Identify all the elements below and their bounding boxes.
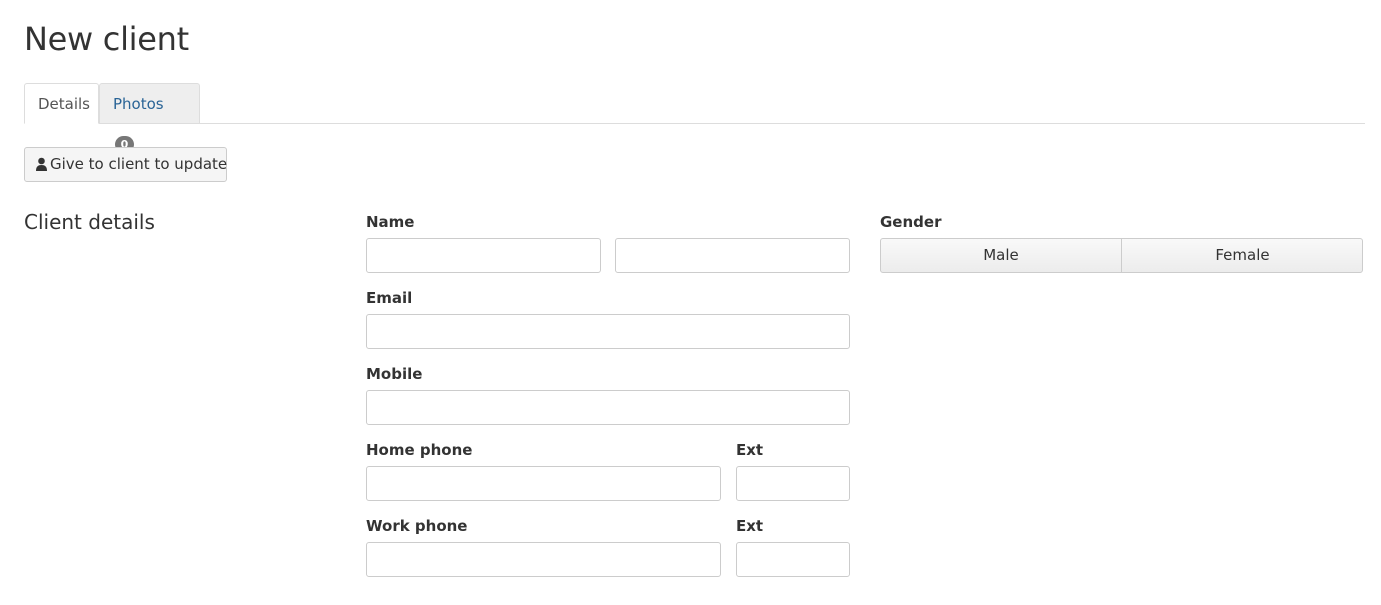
- mobile-label: Mobile: [366, 365, 423, 383]
- home-ext-input[interactable]: [736, 466, 850, 501]
- gender-female-button[interactable]: Female: [1122, 239, 1362, 272]
- user-icon: [36, 150, 47, 183]
- new-client-page: New client Details Photos 0 Give to clie…: [0, 0, 1381, 605]
- tab-photos[interactable]: Photos 0: [99, 83, 200, 153]
- give-to-client-button[interactable]: Give to client to update: [24, 147, 227, 182]
- work-phone-label: Work phone: [366, 517, 468, 535]
- work-phone-input[interactable]: [366, 542, 721, 577]
- work-ext-label: Ext: [736, 517, 764, 535]
- tab-details[interactable]: Details: [24, 83, 99, 124]
- tab-details-label: Details: [38, 95, 91, 113]
- gender-label: Gender: [880, 213, 942, 231]
- tab-photos-label: Photos: [113, 95, 164, 113]
- last-name-input[interactable]: [615, 238, 850, 273]
- gender-toggle-group: Male Female: [880, 238, 1363, 273]
- mobile-input[interactable]: [366, 390, 850, 425]
- name-label: Name: [366, 213, 415, 231]
- email-label: Email: [366, 289, 413, 307]
- home-ext-label: Ext: [736, 441, 764, 459]
- first-name-input[interactable]: [366, 238, 601, 273]
- page-title: New client: [24, 20, 189, 58]
- tab-bar: Details Photos 0: [24, 83, 1365, 153]
- home-phone-input[interactable]: [366, 466, 721, 501]
- home-phone-label: Home phone: [366, 441, 473, 459]
- gender-male-button[interactable]: Male: [881, 239, 1122, 272]
- email-input[interactable]: [366, 314, 850, 349]
- give-to-client-label: Give to client to update: [50, 155, 228, 173]
- section-title: Client details: [24, 210, 155, 234]
- work-ext-input[interactable]: [736, 542, 850, 577]
